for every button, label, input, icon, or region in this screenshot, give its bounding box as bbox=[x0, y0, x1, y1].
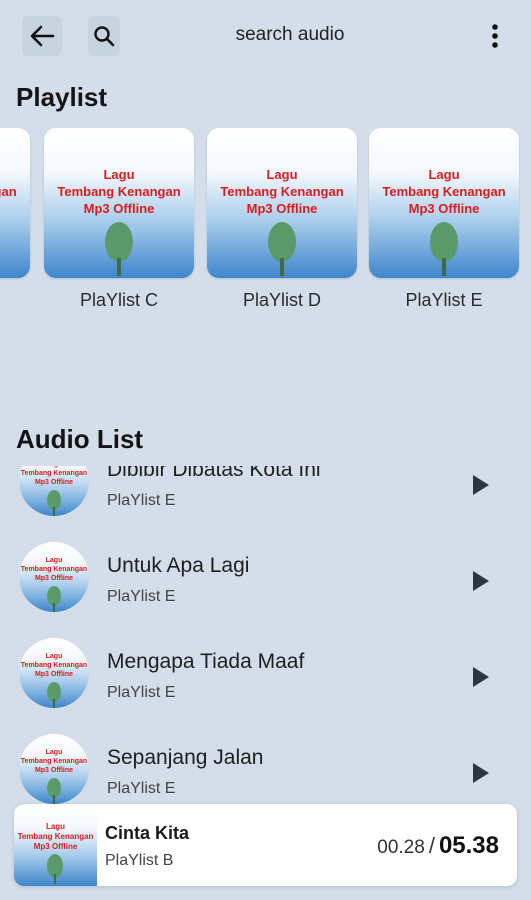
tree-icon bbox=[47, 682, 61, 708]
play-icon[interactable] bbox=[470, 473, 492, 497]
song-playlist: PlaYlist E bbox=[107, 492, 176, 509]
playlist-cover: Lagu Tembang Kenangan Mp3 Offline bbox=[207, 128, 357, 278]
tree-icon bbox=[47, 778, 61, 804]
cover-title: Lagu Tembang Kenangan Mp3 Offline bbox=[20, 653, 88, 678]
cover-title: Lagu Tembang Kenangan Mp3 Offline bbox=[20, 557, 88, 582]
song-thumbnail: Lagu Tembang Kenangan Mp3 Offline bbox=[19, 466, 89, 516]
total-time: 05.38 bbox=[438, 832, 499, 859]
more-vertical-icon bbox=[492, 24, 498, 48]
playlist-name: PlaYlist E bbox=[405, 290, 483, 310]
cover-title: Lagu Tembang Kenangan Mp3 Offline bbox=[0, 184, 17, 199]
tree-icon bbox=[47, 586, 61, 612]
song-playlist: PlaYlist E bbox=[107, 588, 176, 605]
top-bar: search audio bbox=[0, 0, 531, 72]
tree-icon bbox=[47, 854, 63, 884]
cover-title: Lagu Tembang Kenangan Mp3 Offline bbox=[20, 466, 88, 486]
arrow-left-icon bbox=[30, 25, 55, 47]
audio-list-heading: Audio List bbox=[16, 424, 144, 454]
song-title: Dibibir Dibatas Kota Ini bbox=[107, 466, 321, 481]
play-icon[interactable] bbox=[470, 665, 492, 689]
song-thumbnail: Lagu Tembang Kenangan Mp3 Offline bbox=[19, 542, 89, 612]
song-thumbnail: Lagu Tembang Kenangan Mp3 Offline bbox=[19, 638, 89, 708]
play-icon[interactable] bbox=[470, 761, 492, 785]
playlist-cover: Lagu Tembang Kenangan Mp3 Offline bbox=[0, 128, 30, 278]
cover-title: Lagu Tembang Kenangan Mp3 Offline bbox=[17, 822, 94, 851]
cover-title: Lagu Tembang Kenangan Mp3 Offline bbox=[20, 749, 88, 774]
play-icon[interactable] bbox=[470, 569, 492, 593]
playlist-card[interactable]: Lagu Tembang Kenangan Mp3 Offline bbox=[0, 128, 30, 290]
search-audio-field[interactable]: search audio bbox=[150, 24, 430, 46]
tree-icon bbox=[268, 222, 296, 276]
list-item[interactable]: Lagu Tembang Kenangan Mp3 Offline Untuk … bbox=[0, 542, 531, 638]
playlist-name: PlaYlist C bbox=[79, 290, 159, 310]
song-title: Untuk Apa Lagi bbox=[107, 554, 250, 577]
playlist-card-d[interactable]: Lagu Tembang Kenangan Mp3 Offline PlaYli… bbox=[207, 128, 357, 311]
current-time: 00.28 bbox=[377, 837, 425, 858]
playlist-heading: Playlist bbox=[16, 82, 108, 112]
tree-icon bbox=[430, 222, 458, 276]
song-playlist: PlaYlist E bbox=[107, 780, 176, 797]
playlist-card-e[interactable]: Lagu Tembang Kenangan Mp3 Offline PlaYli… bbox=[369, 128, 519, 311]
playback-time: 00.28/05.38 bbox=[377, 832, 499, 860]
playlist-carousel[interactable]: Lagu Tembang Kenangan Mp3 Offline Lagu T… bbox=[0, 128, 531, 328]
more-options-button[interactable] bbox=[482, 20, 508, 52]
tree-icon bbox=[105, 222, 133, 276]
time-separator: / bbox=[428, 833, 435, 858]
song-thumbnail: Lagu Tembang Kenangan Mp3 Offline bbox=[19, 734, 89, 804]
playlist-card-c[interactable]: Lagu Tembang Kenangan Mp3 Offline PlaYli… bbox=[44, 128, 194, 311]
song-playlist: PlaYlist E bbox=[107, 684, 176, 701]
cover-title: Lagu Tembang Kenangan Mp3 Offline bbox=[220, 167, 344, 216]
now-playing-thumbnail: Lagu Tembang Kenangan Mp3 Offline bbox=[14, 804, 97, 886]
list-item[interactable]: Lagu Tembang Kenangan Mp3 Offline Mengap… bbox=[0, 638, 531, 734]
now-playing-bar[interactable]: Lagu Tembang Kenangan Mp3 Offline Cinta … bbox=[14, 804, 517, 886]
song-title: Sepanjang Jalan bbox=[107, 746, 264, 769]
playlist-name: PlaYlist D bbox=[242, 290, 322, 310]
back-button[interactable] bbox=[22, 16, 62, 56]
cover-title: Lagu Tembang Kenangan Mp3 Offline bbox=[57, 167, 181, 216]
playlist-cover: Lagu Tembang Kenangan Mp3 Offline bbox=[369, 128, 519, 278]
playlist-cover: Lagu Tembang Kenangan Mp3 Offline bbox=[44, 128, 194, 278]
song-title: Mengapa Tiada Maaf bbox=[107, 650, 305, 673]
search-icon bbox=[94, 26, 115, 47]
search-button[interactable] bbox=[88, 16, 120, 56]
cover-title: Lagu Tembang Kenangan Mp3 Offline bbox=[382, 167, 506, 216]
list-item[interactable]: Lagu Tembang Kenangan Mp3 Offline Dibibi… bbox=[0, 466, 531, 542]
tree-icon bbox=[47, 490, 61, 516]
now-playing-title: Cinta Kita bbox=[105, 823, 190, 843]
audio-list[interactable]: Lagu Tembang Kenangan Mp3 Offline Dibibi… bbox=[0, 466, 531, 806]
now-playing-playlist: PlaYlist B bbox=[105, 852, 174, 869]
list-item[interactable]: Lagu Tembang Kenangan Mp3 Offline Sepanj… bbox=[0, 734, 531, 806]
